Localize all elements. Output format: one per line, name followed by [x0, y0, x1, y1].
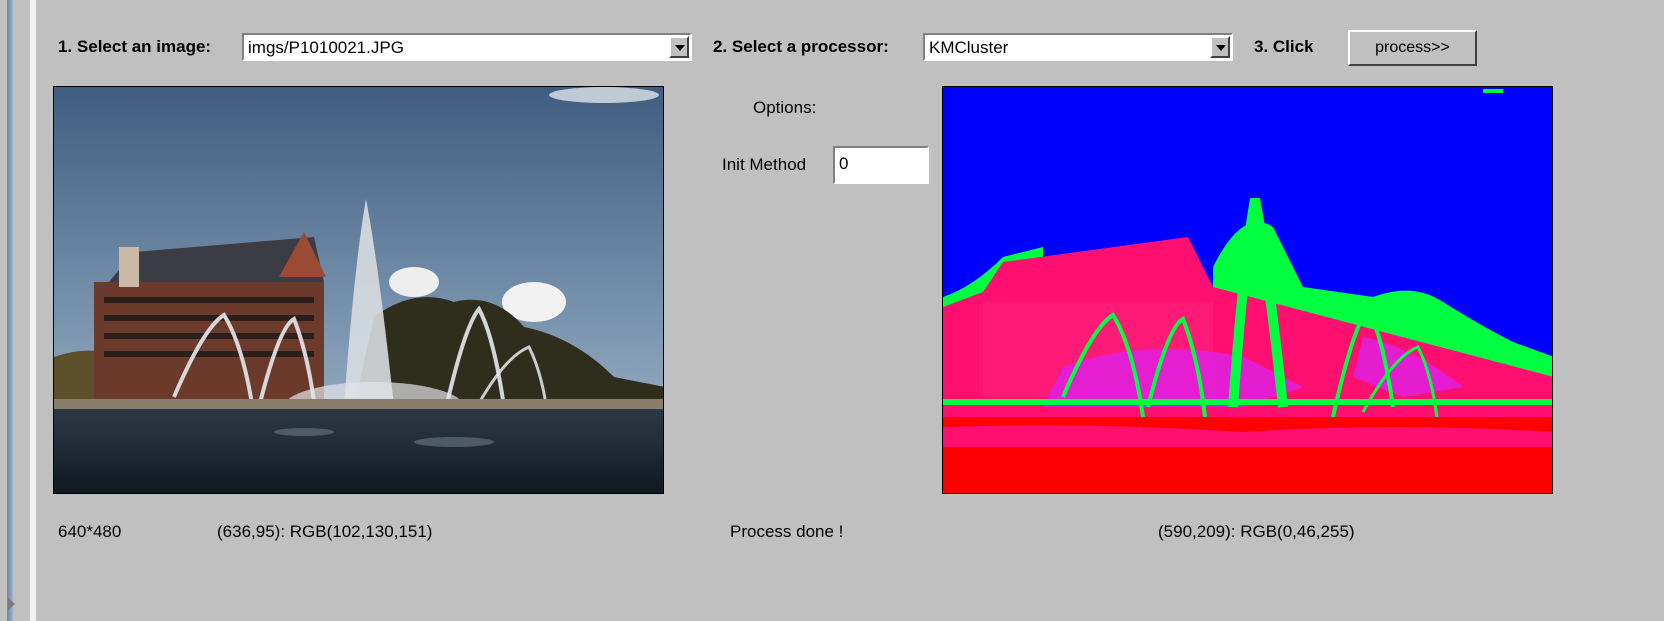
init-method-field[interactable]: 0 [833, 146, 929, 184]
image-select-value: imgs/P1010021.JPG [248, 38, 404, 57]
click-label: 3. Click [1254, 37, 1314, 56]
select-processor-label: 2. Select a processor: [713, 37, 889, 56]
result-image [942, 86, 1553, 494]
select-image-label: 1. Select an image: [58, 37, 212, 56]
processor-dropdown-button[interactable] [1210, 36, 1230, 58]
init-method-value: 0 [839, 154, 849, 173]
source-image [53, 86, 664, 494]
chevron-down-icon [675, 45, 685, 51]
main-panel: 1. Select an image: imgs/P1010021.JPG 2.… [36, 0, 1664, 621]
init-method-label: Init Method [722, 155, 807, 174]
result-pixel-readout: (590,209): RGB(0,46,255) [1158, 522, 1355, 541]
window-border [7, 0, 13, 621]
image-select[interactable]: imgs/P1010021.JPG [242, 33, 692, 61]
chevron-down-icon [1216, 45, 1226, 51]
options-title: Options: [753, 98, 817, 117]
image-dropdown-button[interactable] [669, 36, 689, 58]
source-pixel-readout: (636,95): RGB(102,130,151) [217, 522, 433, 541]
left-window-strip [0, 0, 36, 621]
processor-select[interactable]: KMCluster [923, 33, 1233, 61]
arrow-right-icon[interactable] [8, 598, 15, 610]
processor-select-value: KMCluster [929, 38, 1009, 57]
image-dimensions: 640*480 [58, 522, 122, 541]
process-button[interactable]: process>> [1348, 30, 1477, 66]
process-status: Process done ! [730, 522, 844, 541]
